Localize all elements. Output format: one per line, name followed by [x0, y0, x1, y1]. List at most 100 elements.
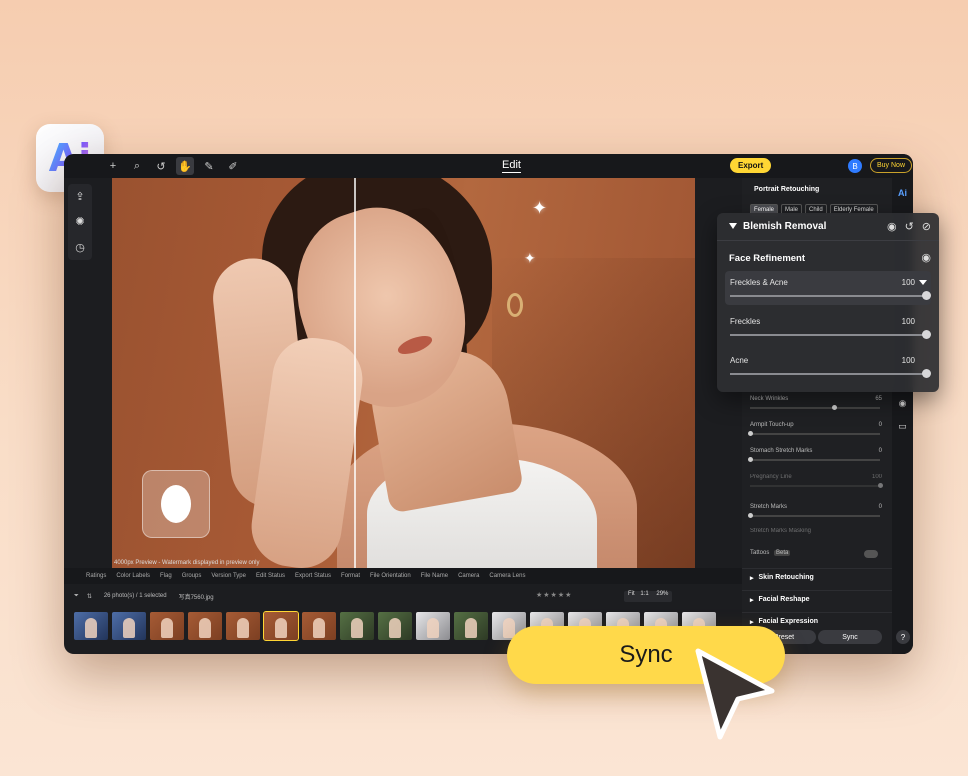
thumbnail-figure — [199, 618, 211, 638]
thumbnail-selected[interactable] — [263, 611, 299, 641]
thumbnail[interactable] — [188, 612, 222, 640]
filter-format[interactable]: Format — [341, 573, 360, 579]
filter-export-status[interactable]: Export Status — [295, 573, 331, 579]
filter-file-orientation[interactable]: File Orientation — [370, 573, 411, 579]
filter-camera[interactable]: Camera — [458, 573, 479, 579]
slider-armpit-touch-up[interactable]: Armpit Touch-up 0 — [747, 422, 884, 436]
section-facial-reshape[interactable]: ▸ Facial Reshape — [742, 590, 892, 608]
filter-camera-lens[interactable]: Camera Lens — [489, 573, 525, 579]
slider-knob[interactable] — [747, 457, 753, 462]
slider-label: Acne — [730, 356, 749, 365]
filter-edit-status[interactable]: Edit Status — [256, 573, 285, 579]
help-icon[interactable]: ? — [896, 630, 910, 644]
slider-knob[interactable] — [747, 431, 753, 436]
slider-track[interactable] — [750, 485, 880, 487]
slider-knob[interactable] — [921, 291, 931, 300]
filter-ratings[interactable]: Ratings — [86, 573, 106, 579]
camera-icon[interactable]: ◉ — [899, 398, 907, 409]
buy-now-button[interactable]: Buy Now — [870, 158, 913, 173]
slider-neck-wrinkles[interactable]: Neck Wrinkles 65 — [750, 396, 884, 410]
history-icon[interactable]: ◷ — [75, 241, 85, 254]
dropdown-caret-icon[interactable] — [919, 280, 927, 285]
erase-icon[interactable]: ⊘ — [922, 220, 931, 233]
add-icon[interactable]: + — [104, 157, 122, 175]
slider-label: Stretch Marks — [750, 504, 788, 510]
sync-small-button[interactable]: Sync — [818, 630, 882, 644]
zoom-level[interactable]: 29% — [656, 591, 668, 597]
zoom-controls[interactable]: Fit 1:1 29% — [624, 591, 673, 602]
hand-tool-icon[interactable]: ✋ — [176, 157, 194, 175]
filter-version-type[interactable]: Version Type — [211, 573, 246, 579]
chevron-down-icon[interactable] — [729, 223, 737, 229]
thumbnail[interactable] — [378, 612, 412, 640]
slider-label: Armpit Touch-up — [750, 422, 794, 428]
blemish-removal-panel: Blemish Removal ◉ ↺ ⊘ Face Refinement ◉ … — [717, 213, 939, 392]
photo-canvas[interactable]: ✦ ✦ 4000px Preview - Watermark displayed… — [112, 178, 695, 568]
slider-acne[interactable]: Acne 100 — [725, 349, 931, 383]
export-button[interactable]: Export — [730, 158, 772, 173]
thumbnail[interactable] — [112, 612, 146, 640]
slider-track[interactable] — [750, 407, 880, 409]
before-after-divider[interactable] — [354, 178, 356, 568]
folder-icon[interactable]: ▭ — [898, 421, 907, 432]
slider-freckles-acne[interactable]: Freckles & Acne 100 — [725, 271, 931, 305]
search-icon[interactable]: ⌕ — [128, 157, 146, 175]
slider-track[interactable] — [730, 295, 926, 297]
thumbnail[interactable] — [340, 612, 374, 640]
slider-track[interactable] — [730, 373, 926, 375]
thumbnail-figure — [465, 618, 477, 638]
filter-color-labels[interactable]: Color Labels — [116, 573, 150, 579]
slider-knob[interactable] — [877, 483, 883, 488]
slider-track[interactable] — [750, 515, 880, 517]
tattoos-row[interactable]: Tattoos Beta — [750, 550, 884, 558]
thumbnail[interactable] — [74, 612, 108, 640]
section-label: Facial Reshape — [758, 596, 810, 603]
avatar[interactable]: B — [848, 159, 862, 173]
stretch-marks-masking[interactable]: Stretch Marks Masking — [750, 528, 884, 534]
thumbnail[interactable] — [302, 612, 336, 640]
thumbnail[interactable] — [150, 612, 184, 640]
slider-knob[interactable] — [921, 369, 931, 378]
brush-tool-icon[interactable]: ✎ — [200, 157, 218, 175]
thumbnail-figure — [161, 618, 173, 638]
noise-icon[interactable]: ✺ — [75, 215, 84, 228]
thumbnail[interactable] — [416, 612, 450, 640]
slider-track[interactable] — [750, 433, 880, 435]
slider-track[interactable] — [750, 459, 880, 461]
slider-pregnancy-line[interactable]: Pregnancy Line 100 — [750, 474, 884, 488]
mode-title[interactable]: Edit — [502, 159, 521, 173]
slider-value: 100 — [901, 317, 915, 326]
thumbnail[interactable] — [454, 612, 488, 640]
photo-count: 26 photo(s) / 1 selected — [103, 593, 167, 599]
filter-flag[interactable]: Flag — [160, 573, 172, 579]
slider-knob[interactable] — [921, 330, 931, 339]
thumbnail[interactable] — [226, 612, 260, 640]
face-refinement-label: Face Refinement — [729, 253, 806, 264]
section-skin-retouching[interactable]: ▸ Skin Retouching — [742, 568, 892, 586]
face-detect-tile[interactable] — [142, 470, 210, 538]
sparkle-icon: ✦ — [532, 198, 548, 218]
filter-icon[interactable]: ⏷ — [74, 593, 79, 600]
undo-icon[interactable]: ↺ — [152, 157, 170, 175]
sort-icon[interactable]: ⇅ — [87, 593, 92, 600]
tattoos-toggle[interactable] — [864, 550, 878, 558]
fit-label[interactable]: Fit — [628, 591, 635, 597]
ai-tab-icon[interactable]: Ai — [898, 188, 907, 198]
upload-icon[interactable]: ⇪ — [75, 190, 84, 203]
filter-file-name[interactable]: File Name — [421, 573, 448, 579]
slider-stomach-stretch-marks[interactable]: Stomach Stretch Marks 0 — [747, 448, 884, 462]
slider-knob[interactable] — [747, 513, 753, 518]
eye-icon[interactable]: ◉ — [921, 251, 931, 264]
slider-track[interactable] — [730, 334, 926, 336]
blemish-header[interactable]: Blemish Removal ◉ ↺ ⊘ — [717, 213, 939, 241]
slider-freckles[interactable]: Freckles 100 — [725, 310, 931, 344]
pen-tool-icon[interactable]: ✐ — [224, 157, 242, 175]
ratio-label[interactable]: 1:1 — [640, 591, 648, 597]
filter-groups[interactable]: Groups — [182, 573, 202, 579]
rating-stars[interactable]: ★★★★★ — [536, 591, 572, 599]
slider-stretch-marks[interactable]: Stretch Marks 0 — [747, 504, 884, 518]
eye-icon[interactable]: ◉ — [887, 220, 897, 233]
slider-knob[interactable] — [832, 405, 837, 410]
tattoos-label: Tattoos — [750, 550, 770, 556]
reset-icon[interactable]: ↺ — [905, 220, 914, 233]
